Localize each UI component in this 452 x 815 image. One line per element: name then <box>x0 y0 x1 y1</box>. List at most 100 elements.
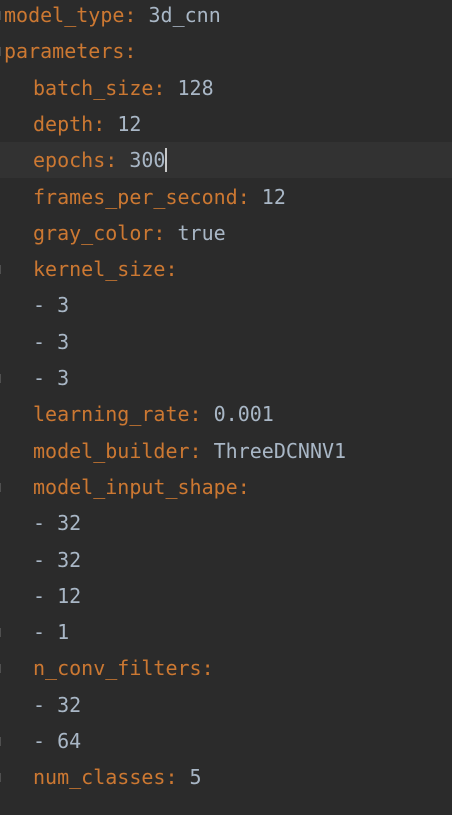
code-text: kernel_size: <box>33 251 178 287</box>
code-text: batch_size: 128 <box>33 70 214 106</box>
code-text: - 32 <box>33 542 81 578</box>
yaml-separator: : <box>189 402 202 427</box>
code-line[interactable]: - 3 <box>0 287 452 323</box>
list-dash: - <box>33 293 46 318</box>
code-line[interactable]: batch_size: 128 <box>0 70 452 106</box>
yaml-value: 12 <box>117 111 142 136</box>
code-text: n_conv_filters: <box>33 650 214 686</box>
code-text: model_type: 3d_cnn <box>4 0 221 33</box>
yaml-separator: : <box>93 111 106 136</box>
code-line[interactable]: - 1 <box>0 614 452 650</box>
code-line[interactable]: gray_color: true <box>0 215 452 251</box>
code-text: parameters: <box>4 33 136 69</box>
code-line[interactable]: epochs: 300 <box>0 142 452 179</box>
code-editor[interactable]: model_type: 3d_cnn parameters: batch_size:… <box>0 0 452 815</box>
yaml-value: ThreeDCNNV1 <box>213 438 347 463</box>
fold-marker-icon[interactable] <box>0 773 4 783</box>
yaml-value: true <box>177 220 226 245</box>
code-line[interactable]: n_conv_filters: <box>0 650 452 686</box>
yaml-separator: : <box>165 765 178 790</box>
code-line[interactable]: model_builder: ThreeDCNNV1 <box>0 433 452 469</box>
yaml-separator: : <box>153 220 166 245</box>
list-dash: - <box>33 729 46 753</box>
yaml-key: num_classes <box>33 765 166 790</box>
code-text: gray_color: true <box>33 215 226 251</box>
yaml-key: batch_size <box>33 75 154 100</box>
list-dash: - <box>33 329 46 354</box>
list-item-value: 32 <box>57 511 82 536</box>
list-item-value: 3 <box>57 366 70 390</box>
fold-marker-icon[interactable] <box>0 628 4 638</box>
yaml-separator: : <box>124 39 137 64</box>
code-text: epochs: 300 <box>33 142 168 178</box>
yaml-separator: : <box>237 474 250 499</box>
code-text: depth: 12 <box>33 106 141 142</box>
list-item-value: 3 <box>57 329 70 354</box>
yaml-value: 300 <box>129 148 166 173</box>
yaml-separator: : <box>124 3 137 27</box>
yaml-separator: : <box>189 438 202 463</box>
yaml-key: frames_per_second <box>33 184 238 209</box>
fold-marker-icon[interactable] <box>0 664 4 674</box>
yaml-key: model_input_shape <box>33 474 238 499</box>
code-text: - 1 <box>33 614 69 650</box>
code-line[interactable]: depth: 12 <box>0 106 452 142</box>
code-line[interactable]: model_input_shape: <box>0 469 452 505</box>
yaml-key: epochs <box>33 148 106 173</box>
code-text: - 3 <box>33 324 69 360</box>
yaml-key: model_type <box>4 3 125 27</box>
yaml-key: model_builder <box>33 438 190 463</box>
yaml-separator: : <box>153 75 166 100</box>
yaml-value: 128 <box>177 75 214 100</box>
yaml-key: parameters <box>4 39 125 64</box>
list-item-value: 3 <box>57 293 70 318</box>
code-text: - 3 <box>33 360 69 396</box>
yaml-separator: : <box>237 184 250 209</box>
code-line[interactable]: parameters: <box>0 33 452 69</box>
code-line[interactable]: kernel_size: <box>0 251 452 287</box>
yaml-separator: : <box>105 148 118 173</box>
list-item-value: 32 <box>57 547 82 572</box>
yaml-separator: : <box>165 257 178 282</box>
list-item-value: 64 <box>57 729 82 753</box>
yaml-key: gray_color <box>33 220 154 245</box>
list-dash: - <box>33 547 46 572</box>
code-text: - 64 <box>33 723 81 759</box>
fold-marker-icon[interactable] <box>0 737 4 746</box>
code-text: num_classes: 5 <box>33 759 202 795</box>
code-text: learning_rate: 0.001 <box>33 396 274 432</box>
code-text: - 12 <box>33 578 81 614</box>
yaml-key: learning_rate <box>33 402 190 427</box>
list-dash: - <box>33 620 46 645</box>
code-line[interactable]: - 12 <box>0 578 452 614</box>
yaml-value: 3d_cnn <box>148 3 221 27</box>
list-item-value: 1 <box>57 620 70 645</box>
code-text: frames_per_second: 12 <box>33 179 286 215</box>
yaml-key: n_conv_filters <box>33 656 202 681</box>
code-line[interactable]: - 32 <box>0 542 452 578</box>
code-text: - 32 <box>33 505 81 541</box>
list-dash: - <box>33 692 46 717</box>
code-line[interactable]: learning_rate: 0.001 <box>0 396 452 432</box>
yaml-value: 12 <box>261 184 286 209</box>
code-text: - 3 <box>33 287 69 323</box>
fold-marker-icon[interactable] <box>0 482 4 492</box>
yaml-separator: : <box>201 656 214 681</box>
code-line[interactable]: num_classes: 5 <box>0 759 452 795</box>
list-dash: - <box>33 511 46 536</box>
code-line[interactable]: - 32 <box>0 687 452 723</box>
list-dash: - <box>33 366 46 390</box>
code-line[interactable]: - 3 <box>0 324 452 360</box>
text-caret <box>165 147 168 172</box>
fold-marker-icon[interactable] <box>0 265 4 275</box>
code-text: model_builder: ThreeDCNNV1 <box>33 433 346 469</box>
code-line[interactable]: - 32 <box>0 505 452 541</box>
yaml-key: depth <box>33 111 94 136</box>
code-line[interactable]: - 3 <box>0 360 452 396</box>
code-line[interactable]: model_type: 3d_cnn <box>0 0 452 33</box>
fold-marker-icon[interactable] <box>0 374 4 383</box>
code-line[interactable]: frames_per_second: 12 <box>0 179 452 215</box>
list-item-value: 32 <box>57 692 82 717</box>
code-line[interactable]: - 64 <box>0 723 452 759</box>
code-text: model_input_shape: <box>33 469 250 505</box>
